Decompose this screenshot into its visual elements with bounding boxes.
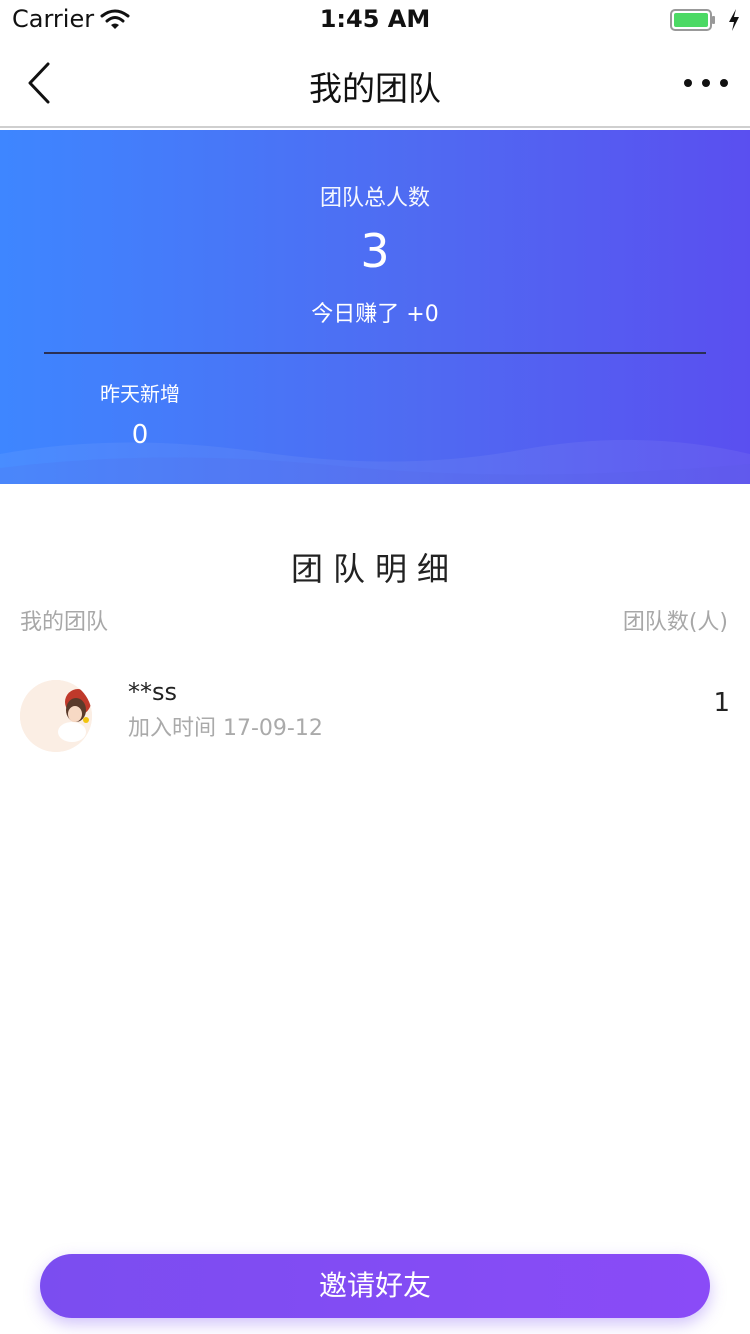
column-header-team-count: 团队数(人) xyxy=(622,610,728,635)
page-title: 我的团队 xyxy=(309,69,441,108)
today-earnings: 今日赚了 +0 xyxy=(311,302,439,327)
member-team-count: 1 xyxy=(713,688,730,718)
member-join-date: 加入时间 17-09-12 xyxy=(128,716,323,741)
section-title: 团队明细 xyxy=(290,550,459,588)
total-members-label: 团队总人数 xyxy=(319,186,430,211)
yesterday-new-label: 昨天新增 xyxy=(100,382,180,406)
chevron-left-icon xyxy=(28,62,50,104)
total-members-value: 3 xyxy=(360,224,390,278)
charging-icon xyxy=(729,9,739,31)
column-header-my-team: 我的团队 xyxy=(20,610,109,635)
battery-icon xyxy=(670,9,715,31)
navigation-bar: 我的团队 xyxy=(0,40,750,128)
invite-friends-button[interactable]: 邀请好友 xyxy=(40,1254,710,1318)
status-bar: Carrier 1:45 AM xyxy=(0,0,750,40)
more-dots-icon xyxy=(684,79,728,87)
member-name: **ss xyxy=(128,678,178,706)
clock: 1:45 AM xyxy=(319,5,431,33)
more-button[interactable] xyxy=(680,68,732,98)
yesterday-new-value: 0 xyxy=(131,420,149,450)
divider xyxy=(44,352,706,354)
team-summary-banner: 团队总人数 3 今日赚了 +0 昨天新增 0 xyxy=(0,130,750,484)
list-item[interactable]: **ss 加入时间 17-09-12 1 xyxy=(0,660,750,760)
avatar xyxy=(20,680,92,752)
back-button[interactable] xyxy=(20,60,60,106)
